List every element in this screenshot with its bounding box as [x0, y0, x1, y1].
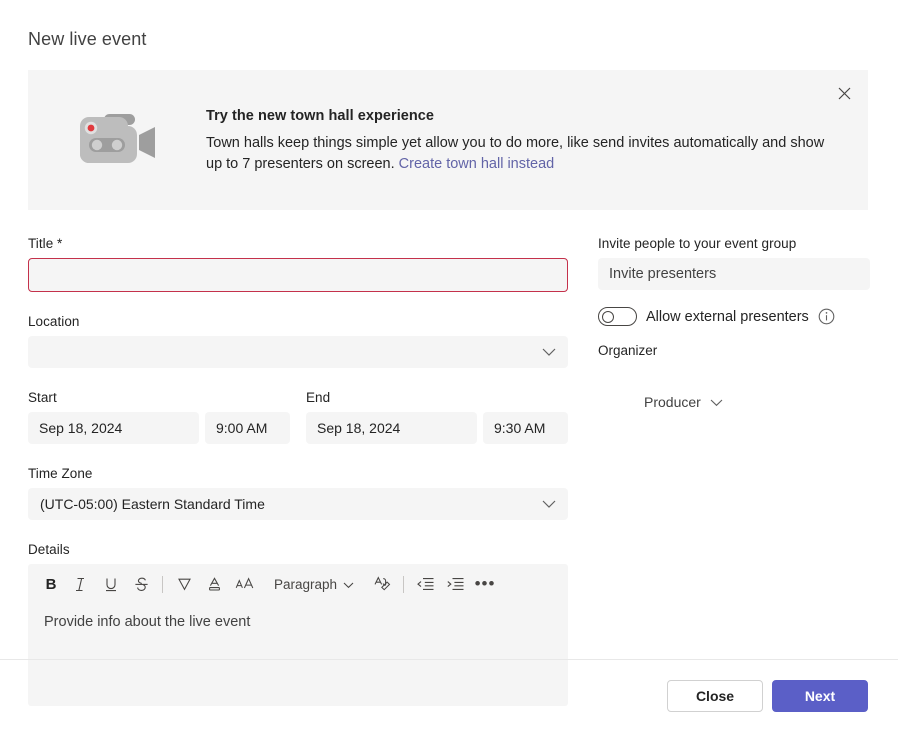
start-end-row: Start Sep 18, 2024 9:00 AM End Sep 18, 2…: [28, 390, 568, 444]
details-editor: B: [28, 564, 568, 706]
chevron-down-icon: [710, 394, 723, 410]
increase-indent-icon[interactable]: [440, 569, 470, 599]
organizer-label: Organizer: [598, 343, 870, 358]
create-town-hall-link[interactable]: Create town hall instead: [399, 156, 555, 172]
start-group: Start Sep 18, 2024 9:00 AM: [28, 390, 290, 444]
allow-external-presenters-toggle[interactable]: [598, 307, 637, 326]
clear-formatting-icon[interactable]: [367, 569, 397, 599]
chevron-down-icon: [542, 348, 556, 357]
end-group: End Sep 18, 2024 9:30 AM: [306, 390, 568, 444]
allow-external-presenters-row: Allow external presenters: [598, 307, 870, 326]
highlight-icon[interactable]: [169, 569, 199, 599]
video-camera-icon: [76, 108, 172, 172]
toolbar-divider: [403, 576, 404, 593]
close-icon[interactable]: [828, 77, 860, 109]
organizer-role-dropdown[interactable]: Producer: [644, 394, 723, 410]
page-title: New live event: [28, 29, 146, 50]
allow-external-presenters-label: Allow external presenters: [646, 309, 809, 325]
font-size-icon[interactable]: [229, 569, 259, 599]
chevron-down-icon: [343, 577, 354, 592]
location-label: Location: [28, 314, 568, 329]
font-color-icon[interactable]: [199, 569, 229, 599]
title-input[interactable]: [28, 258, 568, 292]
decrease-indent-icon[interactable]: [410, 569, 440, 599]
close-button[interactable]: Close: [667, 680, 763, 712]
invite-label: Invite people to your event group: [598, 236, 870, 251]
footer-actions: Close Next: [667, 680, 868, 712]
toolbar-divider: [162, 576, 163, 593]
start-date-input[interactable]: Sep 18, 2024: [28, 412, 199, 444]
banner-heading: Try the new town hall experience: [206, 108, 842, 124]
strikethrough-icon[interactable]: [126, 569, 156, 599]
details-label: Details: [28, 542, 568, 557]
end-date-input[interactable]: Sep 18, 2024: [306, 412, 477, 444]
paragraph-style-label: Paragraph: [274, 577, 337, 592]
next-button[interactable]: Next: [772, 680, 868, 712]
start-label: Start: [28, 390, 290, 405]
bold-icon[interactable]: B: [36, 569, 66, 599]
close-icon-glyph: [838, 87, 851, 100]
more-options-icon[interactable]: •••: [470, 569, 500, 599]
details-toolbar: B: [28, 564, 568, 604]
chevron-down-icon: [542, 500, 556, 509]
invite-presenters-input[interactable]: Invite presenters: [598, 258, 870, 290]
time-zone-value: (UTC-05:00) Eastern Standard Time: [40, 496, 265, 512]
info-icon[interactable]: [818, 308, 835, 325]
banner-content: Try the new town hall experience Town ha…: [206, 108, 842, 175]
details-text-area[interactable]: Provide info about the live event: [28, 604, 568, 706]
italic-icon[interactable]: [66, 569, 96, 599]
end-time-input[interactable]: 9:30 AM: [483, 412, 568, 444]
toggle-knob: [602, 311, 614, 323]
start-time-input[interactable]: 9:00 AM: [205, 412, 290, 444]
time-zone-select[interactable]: (UTC-05:00) Eastern Standard Time: [28, 488, 568, 520]
location-select[interactable]: [28, 336, 568, 368]
end-label: End: [306, 390, 568, 405]
organizer-role-label: Producer: [644, 394, 701, 410]
right-form-column: Invite people to your event group Invite…: [598, 236, 870, 410]
banner-description: Town halls keep things simple yet allow …: [206, 133, 842, 175]
paragraph-style-dropdown[interactable]: Paragraph: [267, 570, 361, 598]
title-label: Title *: [28, 236, 568, 251]
underline-icon[interactable]: [96, 569, 126, 599]
left-form-column: Title * Location Start Sep 18, 2024 9:00…: [28, 236, 568, 706]
footer-divider: [0, 659, 898, 660]
time-zone-label: Time Zone: [28, 466, 568, 481]
town-hall-promo-banner: Try the new town hall experience Town ha…: [28, 70, 868, 210]
